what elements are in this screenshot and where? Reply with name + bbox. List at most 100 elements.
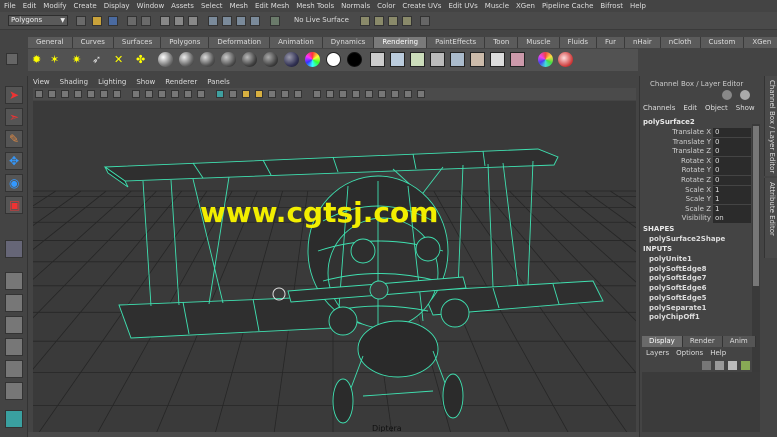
2d-pan-icon[interactable]	[87, 90, 95, 98]
snap-plane-icon[interactable]	[250, 16, 260, 26]
layout-outliner-icon[interactable]	[5, 360, 23, 378]
directional-light-icon[interactable]: ➶	[92, 53, 101, 66]
channel-menu-channels[interactable]: Channels	[643, 104, 675, 112]
layout-graph-icon[interactable]	[5, 338, 23, 356]
select-tool-icon[interactable]: ➤	[5, 86, 23, 104]
resolution-gate-icon[interactable]	[145, 90, 153, 98]
render-frame-icon[interactable]	[374, 16, 384, 26]
attribute-value[interactable]: 1	[713, 204, 751, 214]
shelf-tab-custom[interactable]: Custom	[700, 37, 745, 48]
shelf-tab-xgen[interactable]: XGen	[744, 37, 777, 48]
menu-mesh-tools[interactable]: Mesh Tools	[296, 2, 334, 10]
color-wheel-icon[interactable]	[538, 52, 553, 67]
input-node[interactable]: polySoftEdge8	[649, 265, 706, 273]
select-object-icon[interactable]	[174, 16, 184, 26]
attribute-row[interactable]: Visibility on	[643, 214, 751, 224]
attribute-value[interactable]: 0	[713, 147, 751, 157]
shelf-tab-fur[interactable]: Fur	[596, 37, 625, 48]
shape-node[interactable]: polySurface2Shape	[649, 235, 725, 243]
multisample-icon[interactable]	[339, 90, 347, 98]
shelf-tab-painteffects[interactable]: PaintEffects	[427, 37, 486, 48]
shaded-wire-icon[interactable]	[255, 90, 263, 98]
menu-bifrost[interactable]: Bifrost	[600, 2, 623, 10]
panel-menu-renderer[interactable]: Renderer	[165, 78, 197, 88]
safe-title-icon[interactable]	[197, 90, 205, 98]
camera-attr-icon[interactable]	[48, 90, 56, 98]
make-live-icon[interactable]	[270, 16, 280, 26]
paint-brush-icon[interactable]	[558, 52, 573, 67]
snap-grid-icon[interactable]	[208, 16, 218, 26]
menu-help[interactable]: Help	[630, 2, 646, 10]
gate-mask-icon[interactable]	[158, 90, 166, 98]
scrollbar-thumb[interactable]	[753, 126, 759, 286]
shelf-tab-nhair[interactable]: nHair	[624, 37, 661, 48]
select-component-icon[interactable]	[188, 16, 198, 26]
color-shader-icon[interactable]	[305, 52, 320, 67]
panel-menu-show[interactable]: Show	[136, 78, 155, 88]
attribute-row[interactable]: Translate Y0	[643, 137, 751, 147]
texture-place-icon[interactable]	[410, 52, 425, 67]
grease-pencil-icon[interactable]	[100, 90, 108, 98]
menu-mesh[interactable]: Mesh	[230, 2, 248, 10]
render-settings-shelf-icon[interactable]	[490, 52, 505, 67]
lasso-tool-icon[interactable]: ➣	[5, 108, 23, 126]
perspective-viewport[interactable]	[33, 101, 636, 432]
channel-menu-show[interactable]: Show	[736, 104, 755, 112]
attribute-row[interactable]: Rotate Y0	[643, 166, 751, 176]
attribute-row[interactable]: Rotate X0	[643, 156, 751, 166]
bookmark-icon[interactable]	[61, 90, 69, 98]
shelf-tab-dynamics[interactable]: Dynamics	[322, 37, 375, 48]
attribute-row[interactable]: Scale Y1	[643, 195, 751, 205]
menu-assets[interactable]: Assets	[171, 2, 194, 10]
shelf-tab-muscle[interactable]: Muscle	[518, 37, 560, 48]
ramp-shader-icon[interactable]	[284, 52, 299, 67]
menu-muscle[interactable]: Muscle	[485, 2, 509, 10]
move-tool-icon[interactable]: ✥	[5, 152, 23, 170]
shelf-tab-animation[interactable]: Animation	[270, 37, 323, 48]
redo-icon[interactable]	[141, 16, 151, 26]
menu-select[interactable]: Select	[201, 2, 223, 10]
menu-set-selector[interactable]: Polygons ▼	[8, 15, 68, 26]
camera-select-icon[interactable]	[35, 90, 43, 98]
shelf-tab-fluids[interactable]: Fluids	[559, 37, 597, 48]
attribute-row[interactable]: Translate Z0	[643, 147, 751, 157]
shelf-tab-polygons[interactable]: Polygons	[161, 37, 210, 48]
input-node[interactable]: polySoftEdge6	[649, 284, 706, 292]
attribute-value[interactable]: 1	[713, 185, 751, 195]
ambient-occlusion-icon[interactable]	[313, 90, 321, 98]
shelf-tab-rendering[interactable]: Rendering	[374, 37, 428, 48]
xray-joints-icon[interactable]	[391, 90, 399, 98]
use-lights-icon[interactable]	[281, 90, 289, 98]
snap-curve-icon[interactable]	[222, 16, 232, 26]
menu-pipeline-cache[interactable]: Pipeline Cache	[542, 2, 593, 10]
panel-menu-shading[interactable]: Shading	[60, 78, 88, 88]
layer-list-area[interactable]	[642, 372, 760, 432]
input-node[interactable]: polyChipOff1	[649, 313, 700, 321]
wireframe-icon[interactable]	[216, 90, 224, 98]
render-settings-icon[interactable]	[402, 16, 412, 26]
smooth-shade-icon[interactable]	[229, 90, 237, 98]
menu-color[interactable]: Color	[377, 2, 395, 10]
channel-toggle-icon[interactable]	[722, 90, 732, 100]
grid-icon[interactable]	[113, 90, 121, 98]
input-node[interactable]: polySoftEdge7	[649, 274, 706, 282]
menu-xgen[interactable]: XGen	[516, 2, 535, 10]
attribute-value[interactable]: 0	[713, 166, 751, 176]
attribute-value[interactable]: on	[713, 214, 751, 224]
phonge-shader-icon[interactable]	[200, 52, 215, 67]
depth-of-field-icon[interactable]	[352, 90, 360, 98]
layout-hypershade-icon[interactable]	[5, 382, 23, 400]
texture-bump-icon[interactable]	[390, 52, 405, 67]
hypershade-shelf-icon[interactable]	[510, 52, 525, 67]
channel-menu-object[interactable]: Object	[705, 104, 728, 112]
layer-toggle-icon[interactable]	[740, 90, 750, 100]
side-tab-attribute-editor[interactable]: Attribute Editor	[764, 178, 777, 258]
menu-edit[interactable]: Edit	[23, 2, 37, 10]
menu-display[interactable]: Display	[104, 2, 130, 10]
layout-four-icon[interactable]	[5, 294, 23, 312]
open-scene-icon[interactable]	[92, 16, 102, 26]
phong-shader-icon[interactable]	[179, 52, 194, 67]
surface-white-icon[interactable]	[326, 52, 341, 67]
xray-icon[interactable]	[378, 90, 386, 98]
menu-modify[interactable]: Modify	[43, 2, 66, 10]
